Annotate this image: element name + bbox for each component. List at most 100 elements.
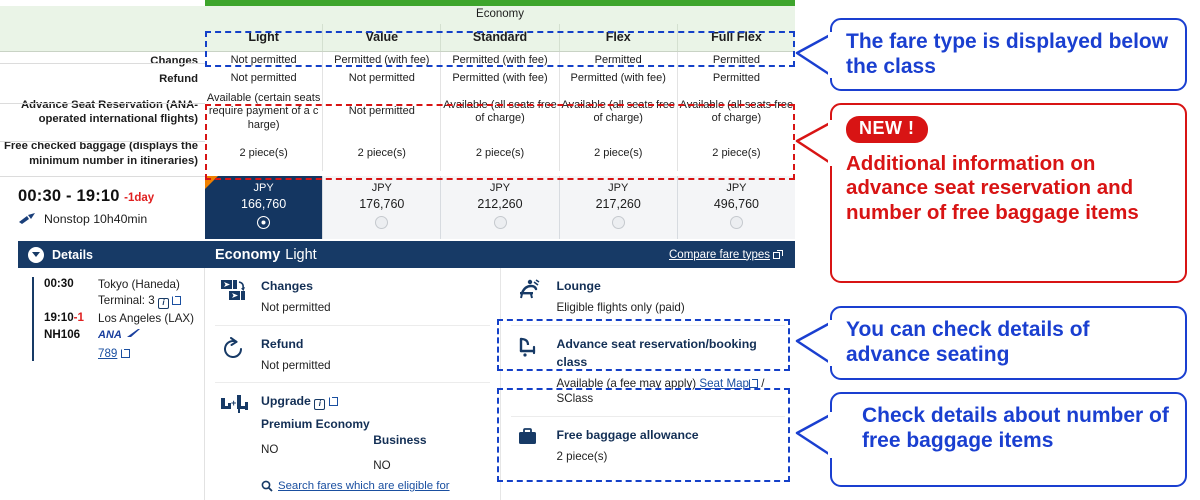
feature-baggage-text: Free baggage allowance 2 piece(s) — [557, 426, 782, 465]
itinerary-row-arrival: 19:10-1 Los Angeles (LAX) — [44, 311, 204, 327]
airline-logo-icon — [19, 212, 35, 224]
currency-label: JPY — [608, 182, 629, 194]
feature-refund: Refund Not permitted — [215, 326, 490, 384]
aircraft-type-link[interactable]: 789 — [98, 347, 117, 360]
cell-refund-fullflex: Permitted — [676, 70, 795, 88]
cell-changes-fullflex: Permitted — [676, 52, 795, 70]
divider — [0, 63, 205, 64]
matrix-row-changes: Changes Not permitted Permitted (with fe… — [0, 52, 795, 70]
cell-bag-flex: 2 piece(s) — [558, 136, 677, 171]
features-column-left: Changes Not permitted Refund Not permitt… — [205, 268, 501, 500]
feature-lounge-text: Lounge Eligible flights only (paid) — [557, 277, 782, 316]
feature-baggage-value: 2 piece(s) — [556, 449, 608, 463]
callout-baggage-items: Check details about number of free bagga… — [830, 392, 1187, 487]
external-link-icon[interactable] — [120, 348, 130, 358]
seat-map-link[interactable]: Seat Map — [699, 377, 749, 390]
currency-label: JPY — [726, 182, 747, 194]
departure-time: 00:30 — [44, 277, 74, 290]
fare-type-light[interactable]: Light — [205, 24, 322, 51]
cell-refund-standard: Permitted (with fee) — [440, 70, 558, 88]
radio-standard[interactable] — [493, 216, 507, 229]
cell-asr-fullflex: Available (all seats free of charge) — [676, 88, 795, 136]
row-label-refund: Refund — [159, 72, 198, 85]
compare-fare-types-link[interactable]: Compare fare types — [669, 249, 783, 261]
price-option-standard[interactable]: JPY 212,260 — [440, 176, 559, 239]
external-link-icon — [773, 249, 783, 259]
upgrade-pe-header: Premium Economy — [261, 417, 370, 432]
chevron-down-icon — [28, 246, 44, 263]
callout-fare-type-tail — [795, 32, 835, 78]
departure-terminal: Terminal: 3 — [98, 293, 155, 307]
faretype-row-label — [0, 24, 205, 51]
feature-refund-title: Refund — [261, 336, 304, 351]
fare-type-standard[interactable]: Standard — [440, 24, 558, 51]
flight-summary: 00:30 - 19:10 -1day Nonstop 10h40min — [0, 176, 207, 240]
fare-type-flex[interactable]: Flex — [558, 24, 677, 51]
cell-refund-value: Not permitted — [322, 70, 440, 88]
itinerary-row-departure: 00:30 Tokyo (Haneda) Terminal: 3 i — [44, 277, 204, 309]
feature-changes-title: Changes — [261, 279, 313, 293]
cell-asr-light: Available (certain seats require payment… — [206, 92, 321, 131]
external-link-icon[interactable] — [749, 378, 758, 388]
callout-advance-seating: You can check details of advance seating — [830, 306, 1187, 380]
upgrade-business: Business NO — [373, 417, 485, 472]
info-icon[interactable]: i — [314, 398, 326, 410]
price-option-flex[interactable]: JPY 217,260 — [558, 176, 677, 239]
features-column-right: Lounge Eligible flights only (paid) Adva… — [501, 268, 796, 500]
flight-time-row: 00:30 - 19:10 -1day — [18, 187, 207, 206]
currency-label: JPY — [371, 182, 392, 194]
departure-airport: Tokyo (Haneda) — [98, 278, 180, 291]
cell-asr-standard: Available (all seats free of charge) — [440, 88, 558, 136]
matrix-row-advance-seat: Advance Seat Reservation (ANA-operated i… — [0, 88, 795, 136]
info-icon[interactable]: i — [157, 297, 169, 309]
search-eligible-fares-link[interactable]: Search fares which are eligible for — [278, 480, 450, 492]
selected-class-bar: Economy Light Compare fare types — [205, 241, 795, 268]
details-toggle-bar[interactable]: Details — [18, 241, 205, 268]
ana-fare-selection-app: Close Economy Light Value — [0, 0, 800, 500]
feature-advance-seat-value: Available (a fee may apply) Seat Map / S… — [557, 376, 782, 407]
selected-fare-name: Light — [285, 246, 317, 263]
feature-lounge: Lounge Eligible flights only (paid) — [510, 268, 785, 326]
feature-advance-seat-text: Advance seat reservation/booking class A… — [557, 335, 782, 407]
selected-corner-marker — [205, 176, 218, 189]
flight-stops-row: Nonstop 10h40min — [18, 212, 207, 226]
details-label: Details — [52, 247, 93, 262]
matrix-row-refund: Refund Not permitted Not permitted Permi… — [0, 70, 795, 88]
itinerary-row-flight: NH106 ANA 789 — [44, 328, 204, 361]
radio-light[interactable] — [257, 216, 271, 229]
radio-fullflex[interactable] — [729, 216, 743, 229]
svg-text:+: + — [231, 398, 236, 408]
fare-type-full-flex[interactable]: Full Flex — [676, 24, 795, 51]
callout-advance-seating-tail — [795, 320, 835, 366]
cell-asr-flex: Available (all seats free of charge) — [558, 88, 677, 136]
price-option-value[interactable]: JPY 176,760 — [322, 176, 441, 239]
callout-new-info-tail — [795, 120, 835, 166]
fare-matrix-table: Economy Light Value Standard Flex Full F… — [0, 0, 795, 171]
cell-bag-light: 2 piece(s) — [239, 146, 288, 159]
feature-baggage: Free baggage allowance 2 piece(s) — [511, 417, 786, 474]
compare-fare-types-label: Compare fare types — [669, 248, 770, 261]
callout-fare-type: The fare type is displayed below the cla… — [830, 18, 1187, 91]
external-link-icon[interactable] — [328, 397, 338, 407]
radio-value[interactable] — [375, 216, 389, 229]
radio-flex[interactable] — [611, 216, 625, 229]
selected-class-name: Economy — [215, 246, 281, 263]
callout-fare-type-text: The fare type is displayed below the cla… — [846, 30, 1169, 79]
advance-seat-availability: Available (a fee may apply) — [556, 376, 697, 390]
callout-new-info: NEW ! Additional information on advance … — [830, 103, 1187, 283]
class-header-economy: Economy — [476, 8, 524, 21]
feature-changes-text: Changes Not permitted — [261, 277, 486, 316]
row-label-advance-seat: Advance Seat Reservation (ANA-operated i… — [20, 98, 198, 125]
divider — [0, 141, 205, 142]
callout-baggage-items-text: Check details about number of free bagga… — [862, 404, 1169, 453]
price-option-light[interactable]: JPY 166,760 — [205, 176, 323, 239]
feature-upgrade: + Upgrade i Premium Economy NO Business … — [215, 383, 490, 500]
price-option-fullflex[interactable]: JPY 496,760 — [676, 176, 796, 239]
external-link-icon[interactable] — [172, 295, 182, 305]
fare-type-value[interactable]: Value — [322, 24, 440, 51]
upgrade-icon: + — [221, 392, 251, 492]
svg-text:ANA: ANA — [98, 329, 122, 341]
search-eligible-fares-row[interactable]: Search fares which are eligible for — [261, 480, 486, 492]
price-amount-flex: 217,260 — [595, 196, 641, 211]
cell-changes-value: Permitted (with fee) — [322, 52, 440, 70]
